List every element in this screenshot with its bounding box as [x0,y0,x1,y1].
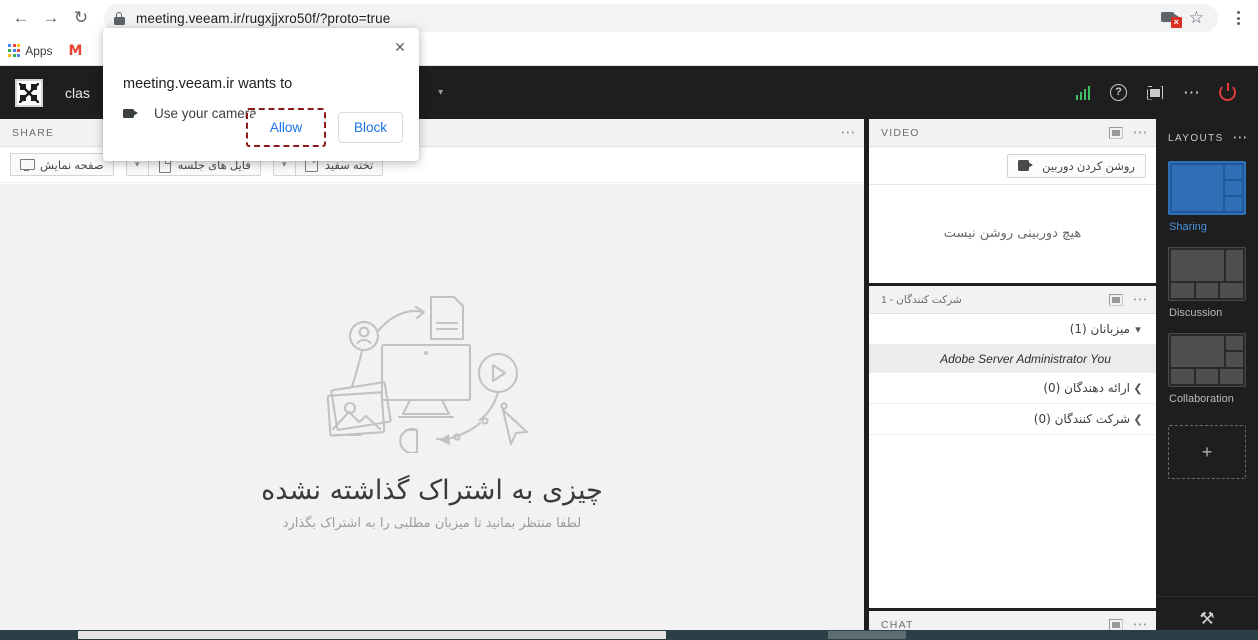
video-pod-title: VIDEO [881,126,920,139]
fullscreen-icon[interactable] [1147,86,1163,100]
three-dots-icon[interactable]: ⋯ [1133,292,1149,307]
layout-item-discussion[interactable]: Discussion [1168,247,1246,319]
video-pod: VIDEO ⋯ روشن کردن دوربین هیچ دوربینی روش… [869,119,1156,283]
attendees-pod-header: شرکت کنندگان - 1 ⋯ [869,286,1156,314]
layout-label-discussion: Discussion [1169,307,1223,319]
chevron-right-icon[interactable]: ❯ [1130,413,1146,426]
hand-chevron-down-icon[interactable]: ▾ [427,66,454,119]
signal-bars-icon[interactable] [1068,85,1099,100]
permission-option-label: Use your camera [154,106,257,121]
back-arrow-icon[interactable]: ← [6,3,36,33]
app-root: ← → ↻ meeting.veeam.ir/rugxjjxro50f/?pro… [0,0,1258,640]
toolbar-right-controls: ? ⋯ [1068,83,1258,101]
meeting-stage: SHARE ⋯ صفحه نمایش ▾ فایل های جلسه ▾ تخت… [0,119,1258,640]
layout-label-collaboration: Collaboration [1169,393,1234,405]
permission-option-row: Use your camera [123,106,257,121]
room-title: clas [65,84,90,101]
star-icon[interactable]: ☆ [1185,8,1208,28]
share-empty-subtitle: لطفا منتظر بمانید تا میزبان مطلبی را به … [282,516,582,531]
reload-icon[interactable]: ↻ [66,3,96,33]
layout-thumbnail-discussion [1168,247,1246,301]
monitor-icon [20,158,35,171]
attendees-pod: شرکت کنندگان - 1 ⋯ ▾ میزبانان (1) Adobe … [869,286,1156,608]
power-exit-icon[interactable] [1219,83,1236,101]
three-dots-icon[interactable]: ⋯ [841,125,857,140]
share-pod-title: SHARE [12,126,55,139]
camera-permission-dialog: ✕ meeting.veeam.ir wants to Use your cam… [103,28,419,161]
video-pod-header: VIDEO ⋯ [869,119,1156,147]
apps-grid-icon [8,44,21,57]
attendee-group-label: میزبانان (1) [1069,322,1130,336]
forward-arrow-icon[interactable]: → [36,3,66,33]
share-pod: SHARE ⋯ صفحه نمایش ▾ فایل های جلسه ▾ تخت… [0,119,864,640]
bookmark-apps[interactable]: Apps [8,44,59,58]
share-screen-group: صفحه نمایش [10,153,114,176]
attendee-group-presenters[interactable]: ❯ ارائه دهندگان (0) [869,373,1156,404]
help-question-icon[interactable]: ? [1110,84,1127,101]
block-button[interactable]: Block [337,112,403,143]
share-screen-button[interactable]: صفحه نمایش [10,153,114,176]
start-camera-label: روشن کردن دوربین [1042,160,1135,173]
fullscreen-icon[interactable] [1109,127,1123,139]
attendee-group-label: ارائه دهندگان (0) [1043,381,1130,395]
fullscreen-icon[interactable] [1109,619,1123,631]
layouts-title: LAYOUTS [1168,132,1224,144]
allow-button[interactable]: Allow [253,113,318,142]
bookmark-apps-label: Apps [25,43,53,58]
chat-pod-title: CHAT [881,618,914,631]
share-illustration [326,295,528,453]
attendee-group-label: شرکت کنندگان (0) [1033,412,1130,426]
start-camera-button[interactable]: روشن کردن دوربین [1007,153,1146,178]
layout-label-sharing: Sharing [1169,221,1207,233]
layout-item-collaboration[interactable]: Collaboration [1168,333,1246,405]
layout-thumbnail-sharing [1168,161,1246,215]
chevron-right-icon[interactable]: ❯ [1130,382,1146,395]
three-dots-icon[interactable]: ⋯ [1133,617,1149,632]
attendee-group-hosts[interactable]: ▾ میزبانان (1) [869,314,1156,345]
chevron-down-icon[interactable]: ▾ [1130,323,1146,336]
scrollbar-thumb-secondary[interactable] [828,631,906,639]
camera-blocked-icon[interactable]: × [1160,9,1183,28]
three-dot-menu-icon[interactable] [1224,4,1252,32]
three-dots-icon[interactable]: ⋯ [1233,130,1249,145]
adobe-connect-logo [15,78,43,107]
wrench-hammer-icon[interactable]: ⚒ [1199,609,1214,629]
gmail-icon[interactable]: M [63,43,89,59]
plus-icon: + [1201,441,1213,462]
attendees-pod-title: شرکت کنندگان - 1 [881,293,962,306]
video-empty-text: هیچ دوربینی روشن نیست [943,226,1082,241]
fullscreen-icon[interactable] [1109,294,1123,306]
share-screen-label: صفحه نمایش [40,159,104,172]
allow-button-highlight: Allow [245,108,326,147]
layout-item-sharing[interactable]: Sharing [1168,161,1246,233]
camera-icon [123,108,140,120]
three-dots-icon[interactable]: ⋯ [1133,125,1149,140]
video-toolbar: روشن کردن دوربین [869,147,1156,185]
attendee-list-item[interactable]: Adobe Server Administrator You [869,345,1156,373]
camera-icon [1018,160,1034,171]
share-empty-state: چیزی به اشتراک گذاشته نشده لطفا منتظر بم… [0,184,864,640]
layouts-header: LAYOUTS ⋯ [1156,129,1258,147]
add-layout-button[interactable]: + [1168,425,1246,479]
close-icon[interactable]: ✕ [389,36,411,58]
scrollbar-thumb[interactable] [78,631,666,639]
layout-thumbnail-collaboration [1168,333,1246,387]
horizontal-scrollbar[interactable] [0,630,1258,640]
permission-actions: Allow Block [245,108,403,147]
share-empty-title: چیزی به اشتراک گذاشته نشده [261,475,603,506]
permission-dialog-title: meeting.veeam.ir wants to [123,76,293,92]
url-text: meeting.veeam.ir/rugxjjxro50f/?proto=tru… [136,10,391,26]
layouts-rail: LAYOUTS ⋯ Sharing Discussion Collaborati… [1156,119,1258,640]
attendee-group-participants[interactable]: ❯ شرکت کنندگان (0) [869,404,1156,435]
